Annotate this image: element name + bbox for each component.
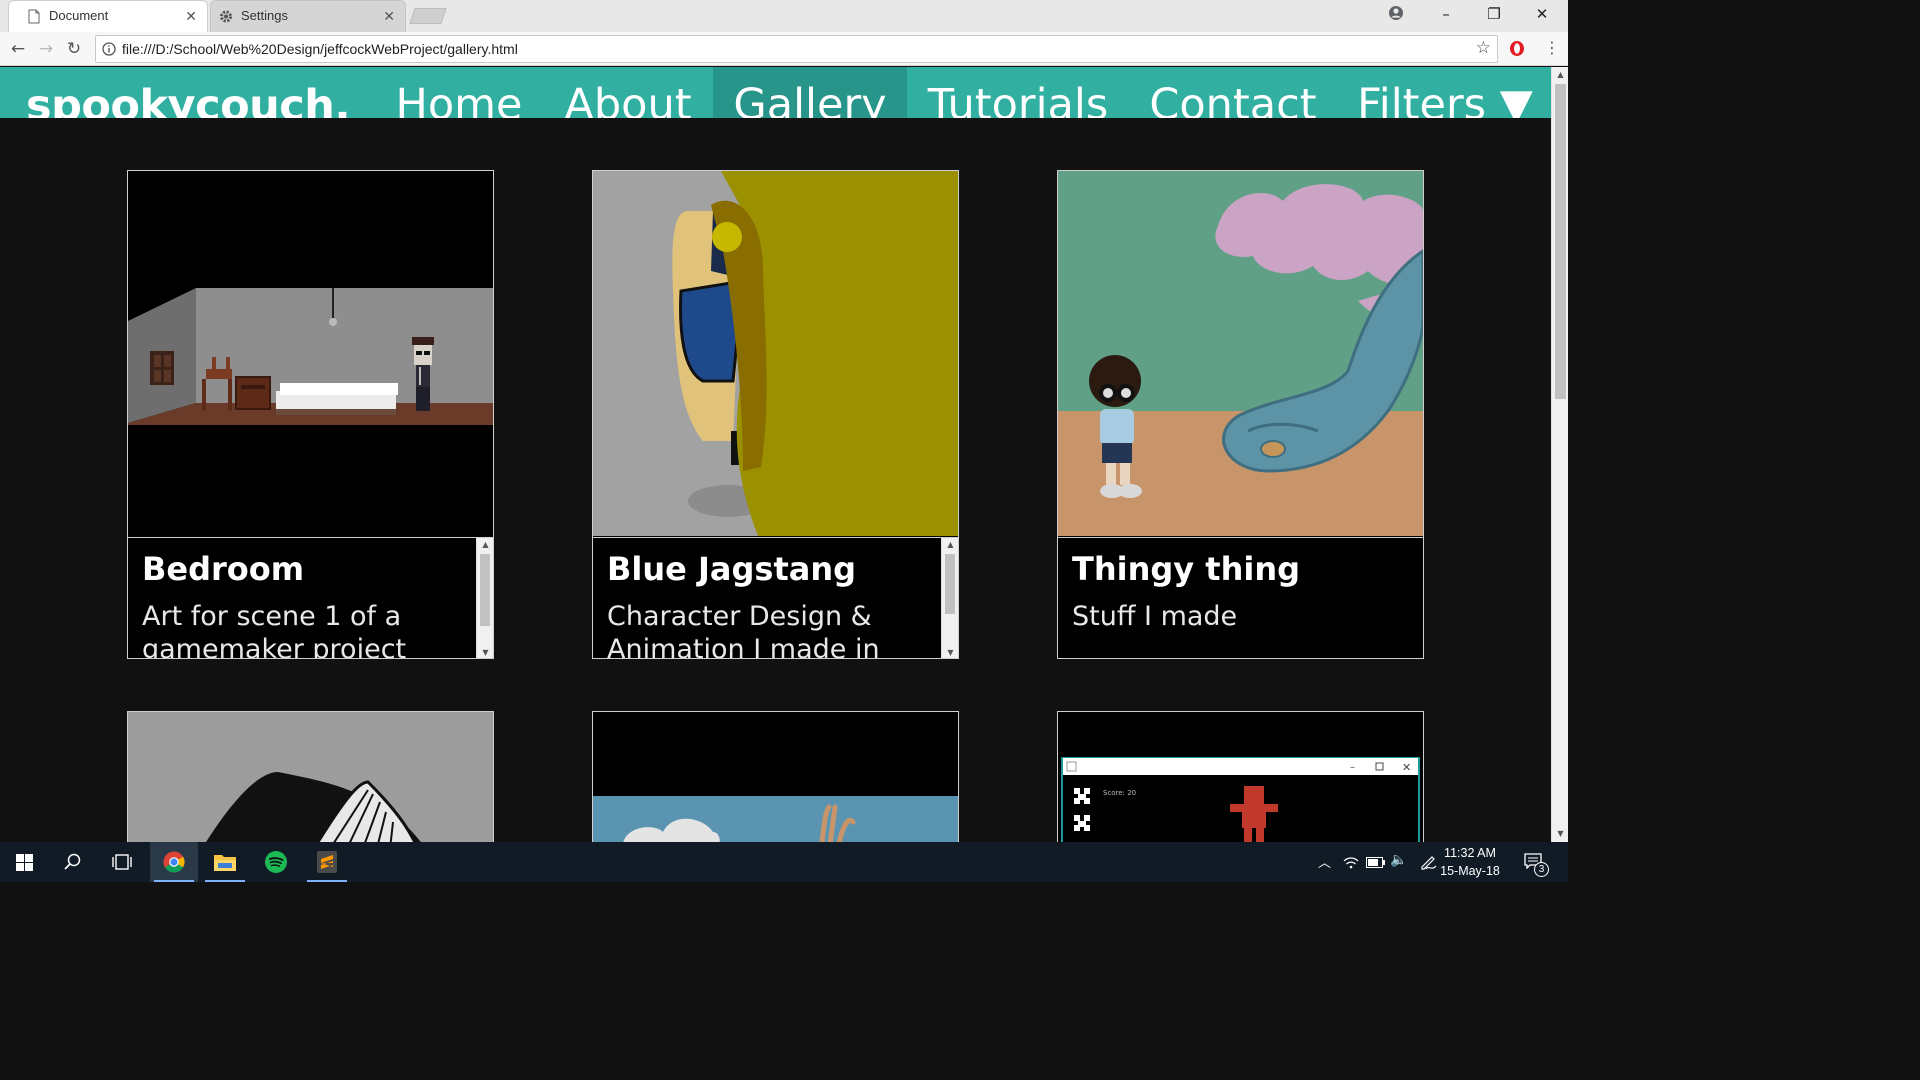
caption-scrollbar[interactable]: ▲ ▼ [941,538,958,658]
folder-icon [214,855,236,871]
tab-settings[interactable]: Settings ✕ [210,0,406,32]
gallery-card-blue-jagstang[interactable]: Blue Jagstang Character Design & Animati… [592,170,959,659]
document-icon [28,9,40,24]
gallery-card-sky[interactable] [592,711,959,842]
gallery-card-bedroom[interactable]: Bedroom Art for scene 1 of a gamemaker p… [127,170,494,659]
close-tab-icon[interactable]: ✕ [383,1,395,31]
profile-icon[interactable] [1388,5,1404,21]
scroll-down-arrow-icon[interactable]: ▼ [477,646,493,658]
clock-date: 15-May-18 [1440,864,1500,878]
battery-icon[interactable] [1366,857,1386,868]
scroll-up-arrow-icon[interactable]: ▲ [942,538,958,552]
notification-count-badge: 3 [1534,862,1549,877]
scroll-down-arrow-icon[interactable]: ▼ [942,646,958,658]
minimize-button[interactable]: – [1422,0,1470,30]
close-window-button[interactable]: ✕ [1518,0,1566,30]
scroll-up-arrow-icon[interactable]: ▲ [477,538,493,552]
tab-title: Settings [241,8,288,23]
sublime-text-icon [317,851,337,873]
forward-button[interactable]: → [34,37,58,61]
gallery-card-game[interactable]: – ✕ Score: 20 [1057,711,1424,842]
close-tab-icon[interactable]: ✕ [185,1,197,31]
scrollbar-thumb[interactable] [945,554,955,614]
taskbar-sublime-text[interactable] [303,842,351,882]
browser-toolbar: ← → ↻ file:///D:/School/Web%20Design/jef… [0,32,1568,66]
gallery-card-description: Art for scene 1 of a gamemaker project [142,601,407,659]
system-clock[interactable]: 11:32 AM 15-May-18 [1430,844,1510,880]
gear-icon [220,10,232,23]
spotify-icon [265,851,287,873]
gallery-caption: Blue Jagstang Character Design & Animati… [593,537,958,659]
bookmark-star-icon[interactable]: ☆ [1476,38,1491,58]
gallery-card-tent[interactable] [127,711,494,842]
svg-text:–: – [1350,762,1355,773]
gallery-image-blue-jagstang[interactable] [593,171,958,536]
gallery-content: Bedroom Art for scene 1 of a gamemaker p… [0,118,1551,842]
taskbar-chrome[interactable] [150,842,198,882]
scrollbar-thumb[interactable] [480,554,490,626]
action-center-button[interactable]: 3 [1520,850,1550,877]
svg-text:✕: ✕ [1402,761,1411,774]
network-icon[interactable] [1343,856,1359,869]
game-score-text: Score: 20 [1103,789,1136,797]
chevron-up-icon[interactable]: ︿ [1318,852,1331,871]
menu-kebab-icon[interactable]: ⋮ [1544,38,1560,58]
gallery-card-title: Bedroom [142,550,305,588]
url-text: file:///D:/School/Web%20Design/jeffcockW… [122,41,518,57]
gallery-card-description: Stuff I made [1072,601,1238,632]
chrome-icon [163,851,185,873]
gallery-card-description: Character Design & Animation I made in [607,601,880,659]
scrollbar-thumb[interactable] [1555,84,1566,399]
info-icon[interactable] [102,42,116,56]
restore-button[interactable]: ❐ [1470,0,1518,30]
gallery-image-thingy-thing[interactable] [1058,171,1423,536]
gallery-caption: Thingy thing Stuff I made [1058,537,1423,658]
tab-title: Document [49,8,109,23]
tab-document[interactable]: Document ✕ [8,0,208,32]
taskbar-spotify[interactable] [252,842,300,882]
page-scrollbar[interactable]: ▲ ▼ [1551,67,1568,842]
windows-taskbar: ︿ 🔈 11:32 AM 15-May-18 3 [0,842,1568,882]
gallery-image-game[interactable]: – ✕ Score: 20 [1058,712,1423,842]
gallery-card-title: Thingy thing [1072,550,1300,588]
browser-tab-strip: Document ✕ Settings ✕ – ❐ ✕ [0,0,1568,32]
back-button[interactable]: ← [6,37,30,61]
volume-icon[interactable]: 🔈 [1390,852,1407,868]
clock-time: 11:32 AM [1444,846,1496,860]
search-icon[interactable] [64,853,82,871]
caption-scrollbar[interactable]: ▲ ▼ [476,538,493,658]
windows-start-icon[interactable] [16,854,33,871]
scroll-up-arrow-icon[interactable]: ▲ [1552,67,1569,83]
task-view-icon[interactable] [112,853,132,871]
reload-button[interactable]: ↻ [62,37,86,61]
gallery-caption: Bedroom Art for scene 1 of a gamemaker p… [128,537,493,659]
scroll-down-arrow-icon[interactable]: ▼ [1552,826,1569,842]
opera-extension-icon[interactable] [1509,40,1525,57]
gallery-image-sky[interactable] [593,712,958,842]
new-tab-button[interactable] [409,8,447,24]
gallery-card-thingy-thing[interactable]: Thingy thing Stuff I made [1057,170,1424,659]
gallery-image-tent[interactable] [128,712,493,842]
taskbar-file-explorer[interactable] [201,842,249,882]
address-bar[interactable]: file:///D:/School/Web%20Design/jeffcockW… [95,35,1498,63]
gallery-image-bedroom[interactable] [128,171,493,536]
gallery-card-title: Blue Jagstang [607,550,857,588]
